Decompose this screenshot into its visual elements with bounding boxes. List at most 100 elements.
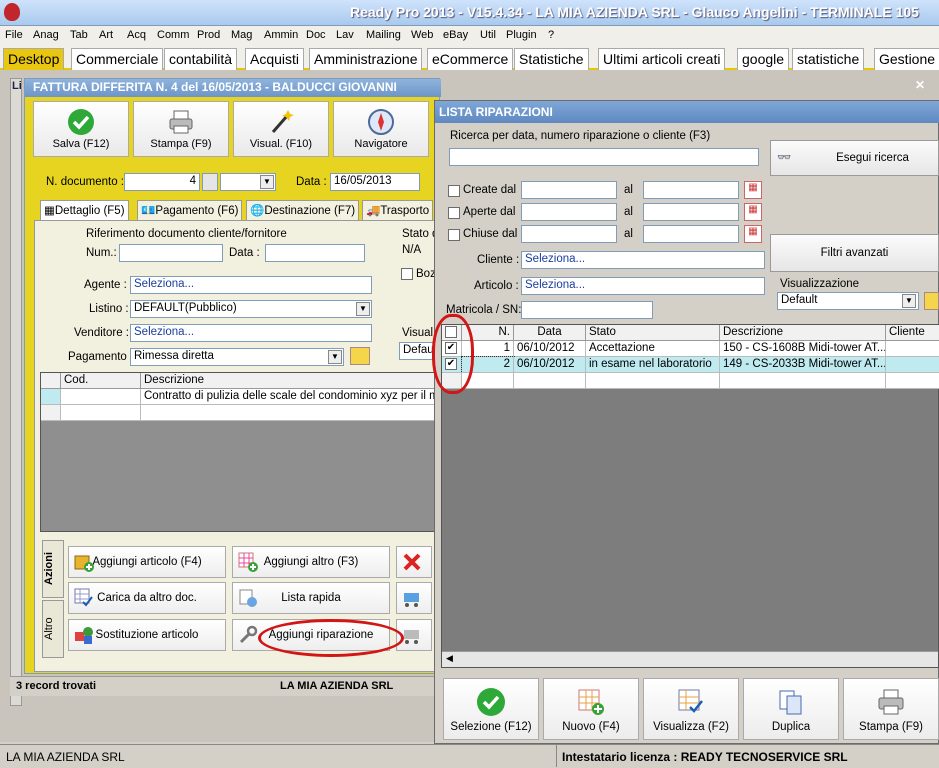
tab-desktop[interactable]: Desktop <box>3 48 65 70</box>
bozza-checkbox[interactable] <box>401 268 413 280</box>
chevron-down-icon[interactable]: ▼ <box>328 350 342 364</box>
menu-web[interactable]: Web <box>411 29 433 41</box>
menu-mailing[interactable]: Mailing <box>366 29 401 41</box>
menu-mag[interactable]: Mag <box>231 29 252 41</box>
doc-number-field[interactable]: 4 <box>124 173 200 191</box>
menu-doc[interactable]: Doc <box>306 29 326 41</box>
ref-num-field[interactable] <box>119 244 223 262</box>
tab-statistiche-2[interactable]: statistiche <box>792 48 865 70</box>
column-cod[interactable]: Cod. <box>61 373 141 389</box>
doc-number-stepper[interactable] <box>202 173 218 191</box>
calendar-icon[interactable]: ▦ <box>744 181 762 199</box>
cliente-field[interactable]: Seleziona... <box>521 251 765 269</box>
tab-ultimi-articoli[interactable]: Ultimi articoli creati <box>598 48 726 70</box>
cell-cod[interactable] <box>61 405 141 421</box>
row-selector[interactable] <box>41 389 61 405</box>
table-cell[interactable]: 149 - CS-2033B Midi-tower AT... <box>720 357 886 373</box>
cell-descrizione[interactable] <box>141 405 439 421</box>
chiuse-from-date[interactable] <box>521 225 617 243</box>
table-cell[interactable] <box>720 373 886 389</box>
tab-acquisti[interactable]: Acquisti <box>245 48 305 70</box>
load-from-doc-button[interactable]: Carica da altro doc. <box>68 582 226 614</box>
table-cell[interactable]: 06/10/2012 <box>514 341 586 357</box>
listino-select[interactable]: DEFAULT(Pubblico) <box>130 300 372 318</box>
table-cell[interactable] <box>886 373 939 389</box>
aperte-dal-checkbox[interactable] <box>448 207 460 219</box>
pagamento-select[interactable]: Rimessa diretta <box>130 348 344 366</box>
add-other-button[interactable]: Aggiungi altro (F3) <box>232 546 390 578</box>
column-descrizione[interactable]: Descrizione <box>141 373 439 389</box>
cell-descrizione[interactable]: Contratto di pulizia delle scale del con… <box>141 389 439 405</box>
menu-util[interactable]: Util <box>480 29 496 41</box>
save-button[interactable]: Salva (F12) <box>33 101 129 157</box>
chiuse-dal-checkbox[interactable] <box>448 229 460 241</box>
search-button[interactable]: 👓 Esegui ricerca <box>770 140 939 176</box>
tab-gestione[interactable]: Gestione <box>874 48 939 70</box>
menu-acq[interactable]: Acq <box>127 29 146 41</box>
column-descrizione[interactable]: Descrizione <box>720 325 886 341</box>
select-button[interactable]: Selezione (F12) <box>443 678 539 740</box>
repairs-search-input[interactable] <box>449 148 759 166</box>
chevron-down-icon[interactable]: ▼ <box>356 302 370 316</box>
quick-list-button[interactable]: Lista rapida <box>232 582 390 614</box>
cart-button[interactable] <box>396 582 432 614</box>
table-cell[interactable]: 06/10/2012 <box>514 357 586 373</box>
table-cell[interactable] <box>586 373 720 389</box>
advanced-filters-button[interactable]: Filtri avanzati <box>770 234 939 272</box>
tab-commerciale[interactable]: Commerciale <box>71 48 164 70</box>
tab-azioni[interactable]: Azioni <box>42 540 64 598</box>
calendar-icon[interactable]: ▦ <box>744 203 762 221</box>
menu-lav[interactable]: Lav <box>336 29 354 41</box>
view-button[interactable]: Visualizza (F2) <box>643 678 739 740</box>
column-data[interactable]: Data <box>514 325 586 341</box>
duplicate-button[interactable]: Duplica <box>743 678 839 740</box>
tab-amministrazione[interactable]: Amministrazione <box>309 48 423 70</box>
ref-date-field[interactable] <box>265 244 365 262</box>
tab-statistiche[interactable]: Statistiche <box>514 48 589 70</box>
tab-pagamento[interactable]: 💶Pagamento (F6) <box>137 200 243 220</box>
articolo-field[interactable]: Seleziona... <box>521 277 765 295</box>
tab-trasporto[interactable]: 🚚Trasporto <box>362 200 434 220</box>
tab-destinazione[interactable]: 🌐Destinazione (F7) <box>246 200 360 220</box>
cell-cod[interactable] <box>61 389 141 405</box>
chevron-down-icon[interactable]: ▼ <box>902 294 916 308</box>
create-to-date[interactable] <box>643 181 739 199</box>
menu-anag[interactable]: Anag <box>33 29 59 41</box>
menu-file[interactable]: File <box>5 29 23 41</box>
menu-help[interactable]: ? <box>548 29 554 41</box>
table-cell[interactable] <box>514 373 586 389</box>
new-button[interactable]: Nuovo (F4) <box>543 678 639 740</box>
tab-ecommerce[interactable]: eCommerce <box>427 48 514 70</box>
chevron-down-icon[interactable]: ▼ <box>260 175 274 189</box>
folder-icon[interactable] <box>924 292 939 310</box>
tab-google[interactable]: google <box>737 48 790 70</box>
create-from-date[interactable] <box>521 181 617 199</box>
table-cell[interactable]: 150 - CS-1608B Midi-tower AT... <box>720 341 886 357</box>
print-button[interactable]: Stampa (F9) <box>133 101 229 157</box>
column-cliente[interactable]: Cliente <box>886 325 939 341</box>
add-article-button[interactable]: Aggiungi articolo (F4) <box>68 546 226 578</box>
table-cell[interactable]: in esame nel laboratorio <box>586 357 720 373</box>
venditore-field[interactable]: Seleziona... <box>130 324 372 342</box>
agente-field[interactable]: Seleziona... <box>130 276 372 294</box>
calendar-icon[interactable]: ▦ <box>744 225 762 243</box>
preview-button[interactable]: Visual. (F10) <box>233 101 329 157</box>
column-stato[interactable]: Stato <box>586 325 720 341</box>
delete-button[interactable] <box>396 546 432 578</box>
row-selector[interactable] <box>41 405 61 421</box>
chiuse-to-date[interactable] <box>643 225 739 243</box>
table-cell[interactable] <box>886 357 939 373</box>
aperte-to-date[interactable] <box>643 203 739 221</box>
close-icon[interactable]: ✕ <box>915 78 925 92</box>
navigator-button[interactable]: Navigatore <box>333 101 429 157</box>
menu-ebay[interactable]: eBay <box>443 29 468 41</box>
aperte-from-date[interactable] <box>521 203 617 221</box>
menu-plugin[interactable]: Plugin <box>506 29 537 41</box>
menu-comm[interactable]: Comm <box>157 29 189 41</box>
table-cell[interactable] <box>886 341 939 357</box>
replace-article-button[interactable]: Sostituzione articolo <box>68 619 226 651</box>
table-cell[interactable]: Accettazione <box>586 341 720 357</box>
horizontal-scrollbar[interactable]: ◀ <box>442 651 938 667</box>
print-list-button[interactable]: Stampa (F9) <box>843 678 939 740</box>
tab-altro[interactable]: Altro <box>42 600 64 658</box>
